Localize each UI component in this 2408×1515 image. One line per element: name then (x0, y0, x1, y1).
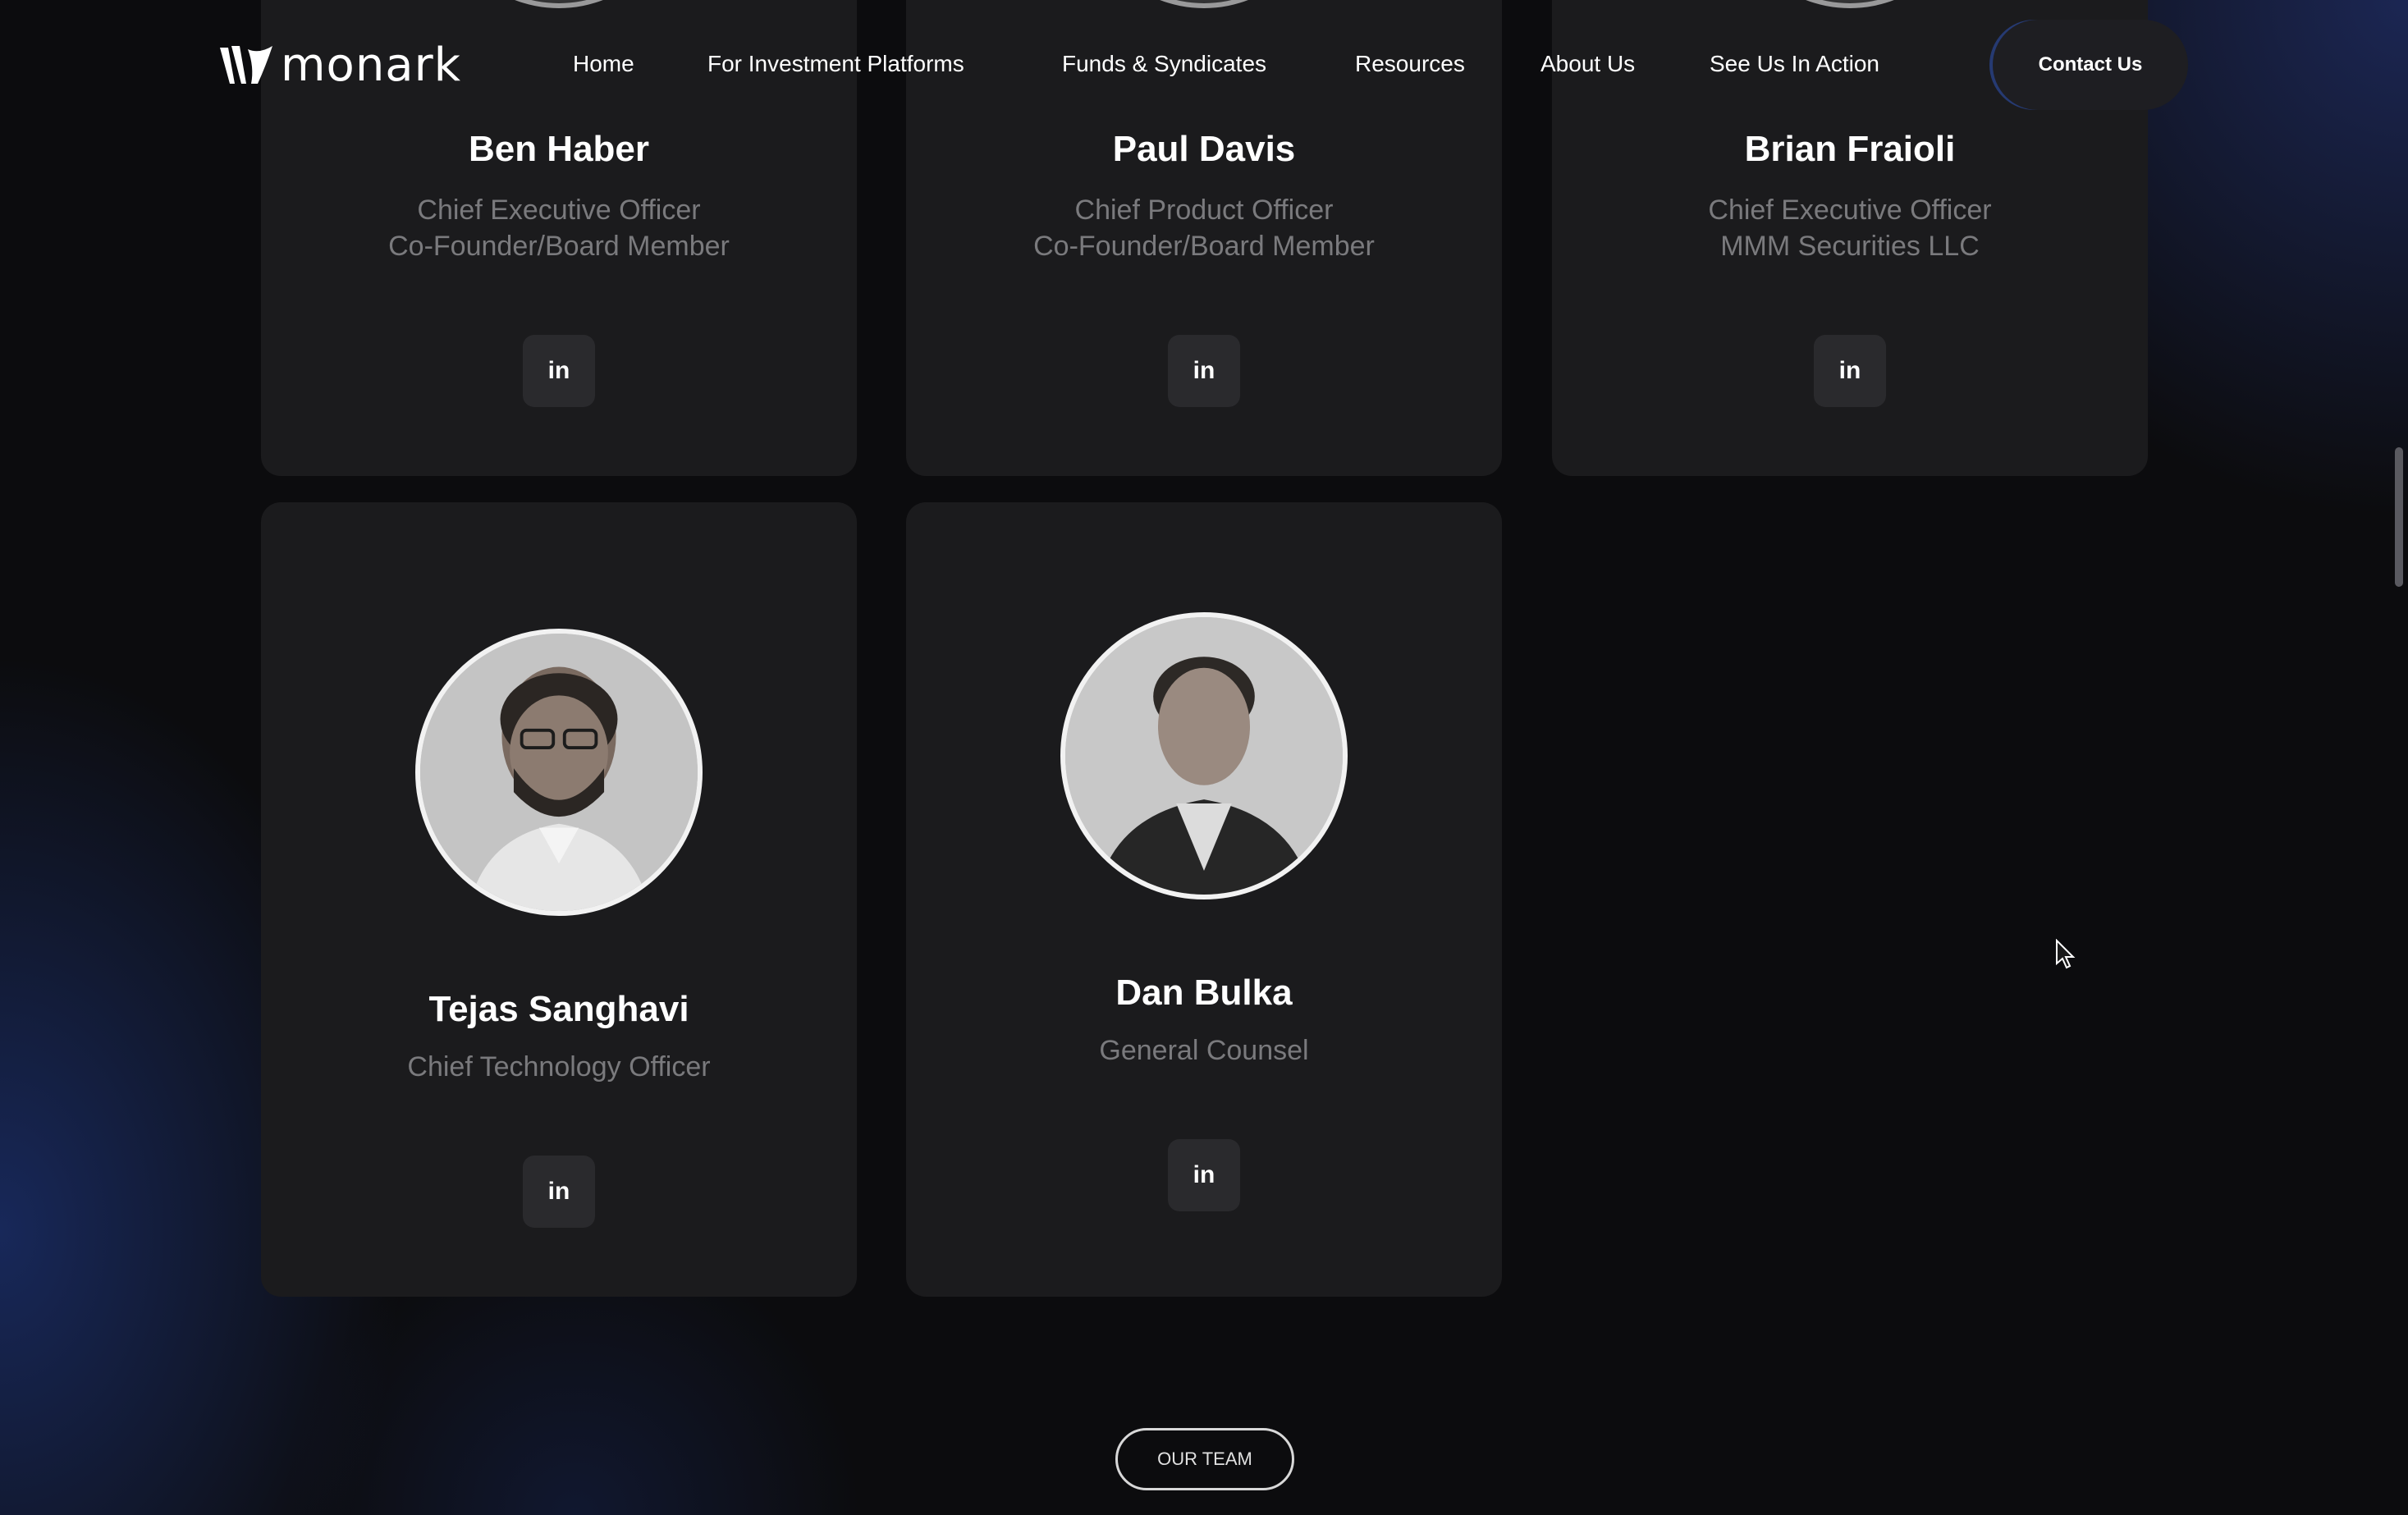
member-name: Tejas Sanghavi (428, 989, 689, 1029)
nav-resources[interactable]: Resources (1355, 48, 1465, 80)
avatar (415, 629, 703, 916)
nav-see-us-in-action[interactable]: See Us In Action (1710, 48, 1879, 80)
scrollbar-thumb[interactable] (2395, 447, 2403, 587)
our-team-button[interactable]: OUR TEAM (1115, 1428, 1294, 1490)
member-name: Ben Haber (468, 129, 650, 169)
linkedin-icon[interactable]: in (1168, 335, 1240, 407)
nav-for-investment-platforms[interactable]: For Investment Platforms (707, 48, 964, 80)
linkedin-icon[interactable]: in (523, 1156, 595, 1228)
mouse-cursor-icon (2056, 939, 2076, 969)
member-role-line-2: Co-Founder/Board Member (388, 231, 730, 262)
nav-funds-syndicates[interactable]: Funds & Syndicates (1062, 48, 1266, 80)
linkedin-icon[interactable]: in (1168, 1139, 1240, 1211)
person-photo-icon (1065, 617, 1343, 895)
contact-us-button[interactable]: Contact Us (1993, 20, 2188, 110)
site-header: monark Home For Investment Platforms Fun… (0, 0, 2408, 131)
member-role-line-1: Chief Product Officer (1074, 195, 1334, 226)
linkedin-icon[interactable]: in (523, 335, 595, 407)
member-role: Chief Technology Officer (407, 1051, 711, 1082)
member-name: Dan Bulka (1115, 973, 1293, 1013)
member-role-line-2: Co-Founder/Board Member (1033, 231, 1375, 262)
page: monark Home For Investment Platforms Fun… (0, 0, 2408, 1515)
nav-home[interactable]: Home (573, 48, 634, 80)
nav-about-us[interactable]: About Us (1540, 48, 1635, 80)
linkedin-icon[interactable]: in (1814, 335, 1886, 407)
team-card-tejas-sanghavi: Tejas Sanghavi Chief Technology Officer … (261, 502, 857, 1297)
member-role: General Counsel (1099, 1035, 1309, 1066)
member-name: Paul Davis (1112, 129, 1296, 169)
team-card-dan-bulka: Dan Bulka General Counsel in (906, 502, 1502, 1297)
member-role-line-1: Chief Executive Officer (417, 195, 701, 226)
member-name: Brian Fraioli (1744, 129, 1956, 169)
person-photo-icon (420, 634, 698, 911)
member-role-line-1: Chief Executive Officer (1708, 195, 1992, 226)
member-role-line-2: MMM Securities LLC (1720, 231, 1980, 262)
avatar (1060, 612, 1348, 899)
